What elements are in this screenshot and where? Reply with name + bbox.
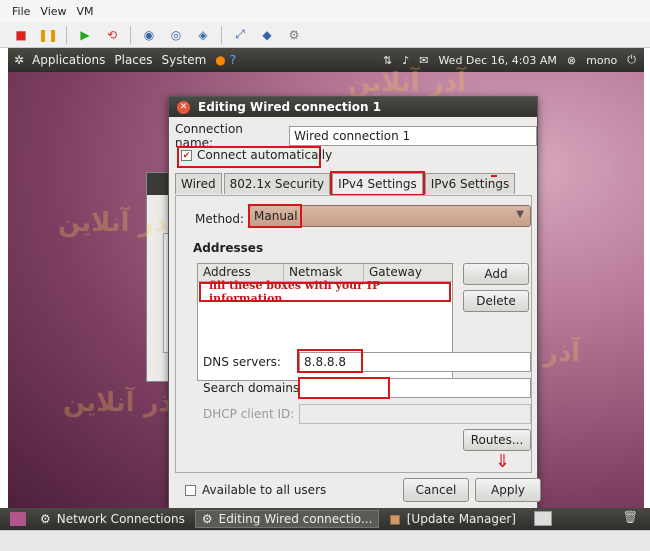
vm-toolbar: ■ ❚❚ ▶ ⟲ ◉ ◎ ◈ ⤢ ◆ ⚙ (0, 22, 650, 48)
menu-file[interactable]: File (12, 5, 30, 18)
annotation-note: fill these boxes with your IP informatio… (199, 279, 451, 305)
firefox-icon[interactable]: ● (215, 53, 225, 67)
tab-8021x-security[interactable]: 802.1x Security (223, 173, 331, 194)
volume-icon[interactable]: ♪ (402, 54, 409, 67)
dialog-titlebar: ✕ Editing Wired connection 1 (169, 97, 537, 117)
network-connections-icon: ⚙ (40, 512, 51, 526)
applications-menu[interactable]: Applications (32, 53, 105, 67)
close-icon[interactable]: ✕ (177, 100, 190, 114)
editing-wired-icon: ⚙ (201, 512, 213, 526)
addresses-label: Addresses (193, 241, 264, 255)
search-domains-label: Search domains: (203, 381, 304, 395)
update-manager-icon: ■ (389, 512, 401, 526)
cancel-button[interactable]: Cancel (403, 478, 469, 502)
connect-automatically-checkbox[interactable]: ✔ (181, 149, 192, 161)
taskbar-editing-wired[interactable]: ⚙ Editing Wired connectio... (194, 510, 380, 528)
connection-name-input[interactable]: Wired connection 1 (289, 126, 537, 146)
reset-icon[interactable]: ⟲ (103, 26, 121, 44)
pause-icon[interactable]: ❚❚ (38, 26, 58, 44)
clock[interactable]: Wed Dec 16, 4:03 AM (438, 54, 556, 67)
fullscreen-icon[interactable]: ⤢ (231, 26, 249, 44)
power-icon[interactable]: ⏻ (627, 53, 636, 67)
vm-menubar: File View VM (0, 0, 650, 22)
stop-icon[interactable]: ■ (12, 26, 30, 44)
places-menu[interactable]: Places (114, 53, 152, 67)
taskbar-item-label: Editing Wired connectio... (218, 512, 373, 526)
mail-icon[interactable]: ✉ (419, 54, 428, 67)
add-button[interactable]: Add (463, 263, 529, 285)
chevron-down-icon: ▼ (516, 209, 524, 220)
workspace-switcher[interactable] (534, 511, 552, 526)
taskbar-network-connections[interactable]: ⚙ Network Connections (34, 510, 191, 528)
snapshot-icon[interactable]: ◉ (140, 26, 158, 44)
connect-automatically-label: Connect automatically (197, 148, 333, 162)
unity-icon[interactable]: ◆ (258, 26, 276, 44)
help-icon[interactable]: ? (230, 53, 236, 67)
tab-ipv6-settings[interactable]: IPv6 Settings (424, 173, 516, 194)
taskbar-update-manager[interactable]: ■ [Update Manager] (383, 510, 522, 528)
bottom-panel: ⚙ Network Connections ⚙ Editing Wired co… (0, 508, 650, 530)
arrow-icon: ⇓ (495, 451, 511, 472)
ubuntu-logo-icon[interactable]: ✲ (14, 53, 24, 67)
menu-vm[interactable]: VM (77, 5, 94, 18)
trash-icon[interactable]: 🗑 (623, 510, 638, 524)
tab-wired[interactable]: Wired (175, 173, 222, 194)
tab-ipv4-settings[interactable]: IPv4 Settings (330, 171, 425, 196)
dns-servers-label: DNS servers: (203, 355, 281, 369)
available-to-all-users-label: Available to all users (202, 483, 327, 497)
routes-button[interactable]: Routes... (463, 429, 531, 451)
dhcp-client-id-input (299, 404, 531, 424)
system-menu[interactable]: System (162, 53, 207, 67)
method-label: Method: (195, 212, 245, 226)
edit-connection-dialog: ✕ Editing Wired connection 1 Connection … (168, 96, 541, 509)
play-icon[interactable]: ▶ (76, 26, 94, 44)
menu-view[interactable]: View (40, 5, 66, 18)
vm-status-bar (0, 530, 650, 551)
available-to-all-users-checkbox[interactable] (185, 484, 196, 496)
dialog-title: Editing Wired connection 1 (198, 100, 382, 114)
snapshot-manager-icon[interactable]: ◈ (194, 26, 212, 44)
dhcp-client-id-label: DHCP client ID: (203, 407, 295, 421)
settings-icon[interactable]: ⚙ (285, 26, 303, 44)
delete-button[interactable]: Delete (463, 290, 529, 312)
user-icon: ⊗ (566, 53, 577, 67)
red-dash (491, 175, 497, 177)
revert-snapshot-icon[interactable]: ◎ (167, 26, 185, 44)
show-desktop-icon[interactable] (10, 512, 26, 526)
user-name[interactable]: mono (586, 54, 617, 67)
taskbar-item-label: Network Connections (56, 512, 185, 526)
top-panel: ✲ Applications Places System ● ? ⇅ ♪ ✉ W… (8, 48, 644, 72)
taskbar-item-label: [Update Manager] (406, 512, 516, 526)
network-icon[interactable]: ⇅ (383, 54, 392, 67)
apply-button[interactable]: Apply (475, 478, 541, 502)
tab-bar: Wired 802.1x Security IPv4 Settings IPv6… (175, 171, 516, 196)
